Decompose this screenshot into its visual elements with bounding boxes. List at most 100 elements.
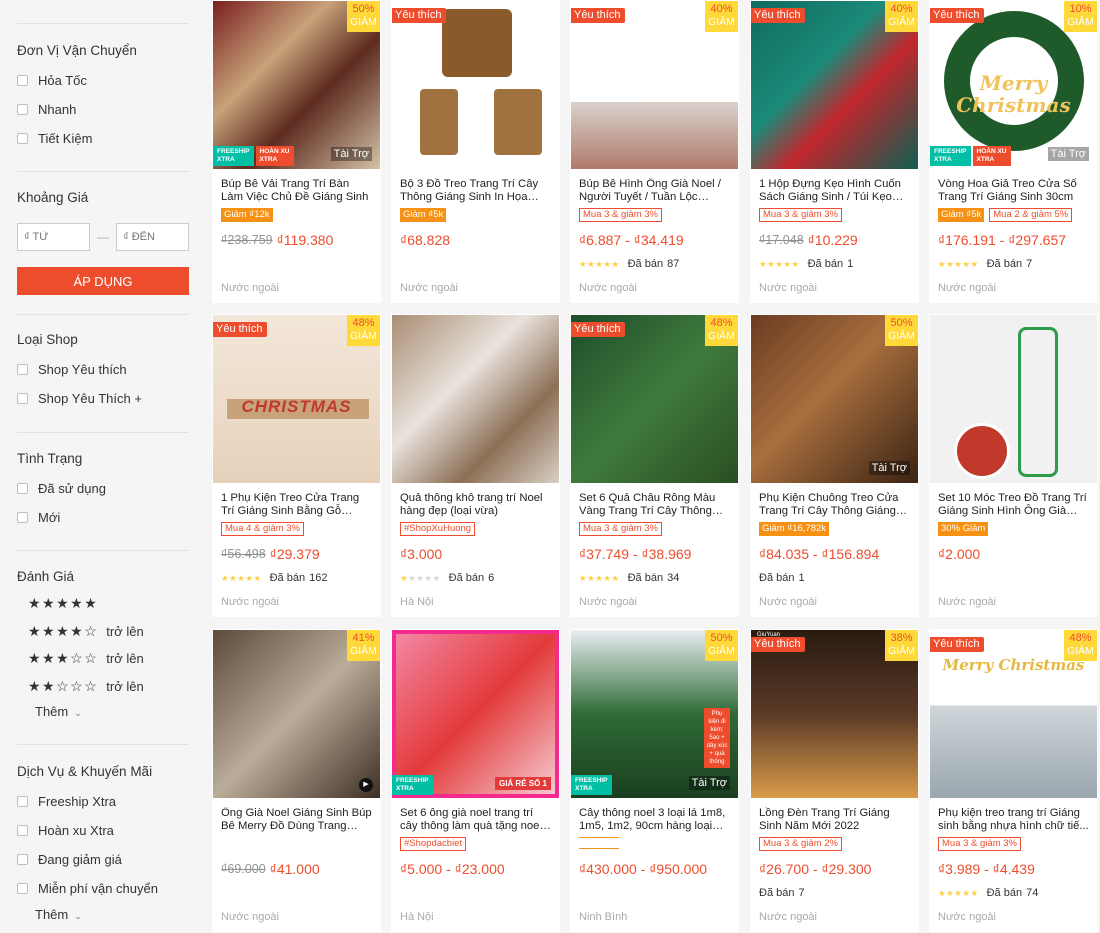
product-image[interactable]: 48% GIẢM Yêu thích [571,315,738,483]
shop-option-favorite-plus[interactable]: Shop Yêu Thích + [17,384,189,413]
hooks-image [954,423,1010,479]
checkbox[interactable] [17,883,28,894]
product-title[interactable]: Phụ Kiện Chuông Treo Cửa Trang Trí Cây T… [759,492,910,518]
product-card[interactable]: Phụ kiện đi kèm: 5ao + dây xúc + quà thô… [570,629,739,932]
discount-word: GIẢM [350,330,377,342]
product-title[interactable]: Cây thông noel 3 loại lá 1m8, 1m5, 1m2, … [579,807,730,833]
price-row: ₫6.887 - ₫34.419 [579,230,730,250]
product-card[interactable]: Quả thông khô trang trí Noel hàng đẹp (l… [391,314,560,617]
checkbox[interactable] [17,104,28,115]
shop-location: Nước ngoài [938,911,996,923]
product-card[interactable]: 50% GIẢM Tài Trợ Phụ Kiện Chuông Treo Cửa T… [750,314,919,617]
shipping-option-fast[interactable]: Nhanh [17,95,189,124]
product-title[interactable]: 1 Phụ Kiện Treo Cửa Trang Trí Giáng Sinh… [221,492,372,518]
product-image[interactable] [392,315,559,483]
product-image[interactable]: 40% GIẢM Yêu thích [751,1,918,169]
promo-tag: Mua 2 & giảm 5% [989,208,1073,222]
product-image[interactable]: GIÁ RẺ SỐ 1 FREESHIP XTRA [392,630,559,798]
price-to-input[interactable] [116,223,189,251]
discount-word: GIẢM [1067,645,1094,657]
product-card[interactable]: GiuYuan 38% GIẢM Yêu thích Lồng Đèn Trang Tr… [750,629,919,932]
product-card[interactable]: GIÁ RẺ SỐ 1 FREESHIP XTRA Set 6 ông già noe… [391,629,560,932]
rating-4-stars[interactable]: ★★★★☆ trở lên [17,618,189,646]
rating-more-link[interactable]: Thêm ⌄ [17,700,189,724]
product-image[interactable]: 50% GIẢM Tài Trợ [751,315,918,483]
price-row: ₫5.000 - ₫23.000 [400,859,551,879]
price-row: ₫68.828 [400,230,551,250]
shop-location: Nước ngoài [221,282,279,294]
product-card[interactable]: FREESHIP XTRA HOÀN XU XTRA 50% GIẢM Tài Trợ Búp… [212,0,381,303]
service-option-coin-xtra[interactable]: Hoàn xu Xtra [17,816,189,845]
checkbox[interactable] [17,364,28,375]
rating-5-stars[interactable]: ★★★★★ [17,590,189,618]
checkbox[interactable] [17,483,28,494]
star-rating-icon: ★★★★★ [938,887,979,898]
checkbox[interactable] [17,796,28,807]
video-play-icon[interactable]: ▶ [359,778,373,792]
service-option-freeship-xtra[interactable]: Freeship Xtra [17,787,189,816]
checkbox[interactable] [17,75,28,86]
product-title[interactable]: Set 6 Quả Châu Rỗng Màu Vàng Trang Trí C… [579,492,730,518]
product-title[interactable]: Búp Bê Hình Ông Già Noel / Người Tuyết /… [579,178,730,204]
checkbox[interactable] [17,393,28,404]
price-row: ₫56.498 ₫29.379 [221,544,372,564]
product-image[interactable]: GiuYuan 38% GIẢM Yêu thích [751,630,918,798]
product-image[interactable]: Phụ kiện đi kèm: 5ao + dây xúc + quà thô… [571,630,738,798]
services-more-link[interactable]: Thêm ⌄ [17,903,189,927]
product-title[interactable]: 1 Hộp Đựng Kẹo Hình Cuốn Sách Giáng Sinh… [759,178,910,204]
divider [17,23,189,24]
original-price: ₫238.759 [221,233,273,247]
shipping-option-express[interactable]: Hỏa Tốc [17,66,189,95]
product-card[interactable]: 40% GIẢM Yêu thích 1 Hộp Đựng Kẹo Hình Cuốn… [750,0,919,303]
product-image[interactable]: Yêu thích [392,1,559,169]
ornament-image [420,89,458,155]
product-image[interactable]: ▶ 41% GIẢM [213,630,380,798]
product-card[interactable]: Set 10 Móc Treo Đồ Trang Trí Giáng Sinh … [929,314,1098,617]
promo-tags: Mua 3 & giảm 3% [938,837,1089,853]
service-option-on-sale[interactable]: Đang giảm giá [17,845,189,874]
shop-location: Nước ngoài [579,282,637,294]
product-title[interactable]: Bộ 3 Đồ Treo Trang Trí Cây Thông Giáng S… [400,178,551,204]
product-title[interactable]: Quả thông khô trang trí Noel hàng đẹp (l… [400,492,551,518]
product-image[interactable] [930,315,1097,483]
product-card[interactable]: 40% GIẢM Yêu thích Búp Bê Hình Ông Già Noel… [570,0,739,303]
product-title[interactable]: Búp Bê Vải Trang Trí Bàn Làm Việc Chủ Đề… [221,178,372,204]
product-title[interactable]: Set 10 Móc Treo Đồ Trang Trí Giáng Sinh … [938,492,1089,518]
product-title[interactable]: Vòng Hoa Giả Treo Cửa Số Trang Trí Giáng… [938,178,1089,204]
checkbox[interactable] [17,133,28,144]
product-card[interactable]: 48% GIẢM Yêu thích Set 6 Quả Châu Rỗng Màu … [570,314,739,617]
checkbox[interactable] [17,825,28,836]
price-row: ₫84.035 - ₫156.894 [759,544,910,564]
product-card[interactable]: Yêu thích Bộ 3 Đồ Treo Trang Trí Cây Thôn… [391,0,560,303]
product-card[interactable]: Merry Christmas FREESHIP XTRA HOÀN XU XTRA 10… [929,0,1098,303]
shop-option-favorite[interactable]: Shop Yêu thích [17,355,189,384]
product-title[interactable]: Lồng Đèn Trang Trí Giáng Sinh Năm Mới 20… [759,807,910,833]
condition-option-used[interactable]: Đã sử dụng [17,474,189,503]
product-image[interactable]: 40% GIẢM Yêu thích [571,1,738,169]
promo-tags [221,837,372,853]
rating-3-stars[interactable]: ★★★☆☆ trở lên [17,645,189,673]
discount-badge: 48% GIẢM [1064,630,1097,661]
product-title[interactable]: Phụ kiện treo trang trí Giáng sinh bằng … [938,807,1089,833]
star-rating-icon: ★★★★★ [759,258,800,269]
apply-price-button[interactable]: ÁP DỤNG [17,267,189,295]
price-from-input[interactable] [17,223,90,251]
product-image[interactable]: Merry Christmas FREESHIP XTRA HOÀN XU XTRA 10… [930,1,1097,169]
discount-word: GIẢM [708,16,735,28]
product-image[interactable]: Merry Christmas 48% GIẢM Yêu thích [930,630,1097,798]
shipping-option-saving[interactable]: Tiết Kiệm [17,124,189,153]
product-image[interactable]: CHRISTMAS 48% GIẢM Yêu thích [213,315,380,483]
condition-option-new[interactable]: Mới [17,503,189,532]
checkbox[interactable] [17,854,28,865]
product-card[interactable]: CHRISTMAS 48% GIẢM Yêu thích 1 Phụ Kiện Treo… [212,314,381,617]
checkbox[interactable] [17,512,28,523]
promo-tags: Giảm ₫12k [221,208,372,224]
product-title[interactable]: Ông Già Noel Giáng Sinh Búp Bê Merry Đồ … [221,807,372,833]
rating-2-stars[interactable]: ★★☆☆☆ trở lên [17,673,189,701]
product-card[interactable]: Merry Christmas 48% GIẢM Yêu thích Phụ kiện … [929,629,1098,932]
product-card[interactable]: ▶ 41% GIẢM Ông Già Noel Giáng Sinh Búp Bê M… [212,629,381,932]
product-title[interactable]: Set 6 ông già noel trang trí cây thông l… [400,807,551,833]
product-image[interactable]: FREESHIP XTRA HOÀN XU XTRA 50% GIẢM Tài Trợ [213,1,380,169]
service-option-free-shipping[interactable]: Miễn phí vận chuyển [17,874,189,903]
promo-tags: Giảm ₫16,782k [759,522,910,538]
